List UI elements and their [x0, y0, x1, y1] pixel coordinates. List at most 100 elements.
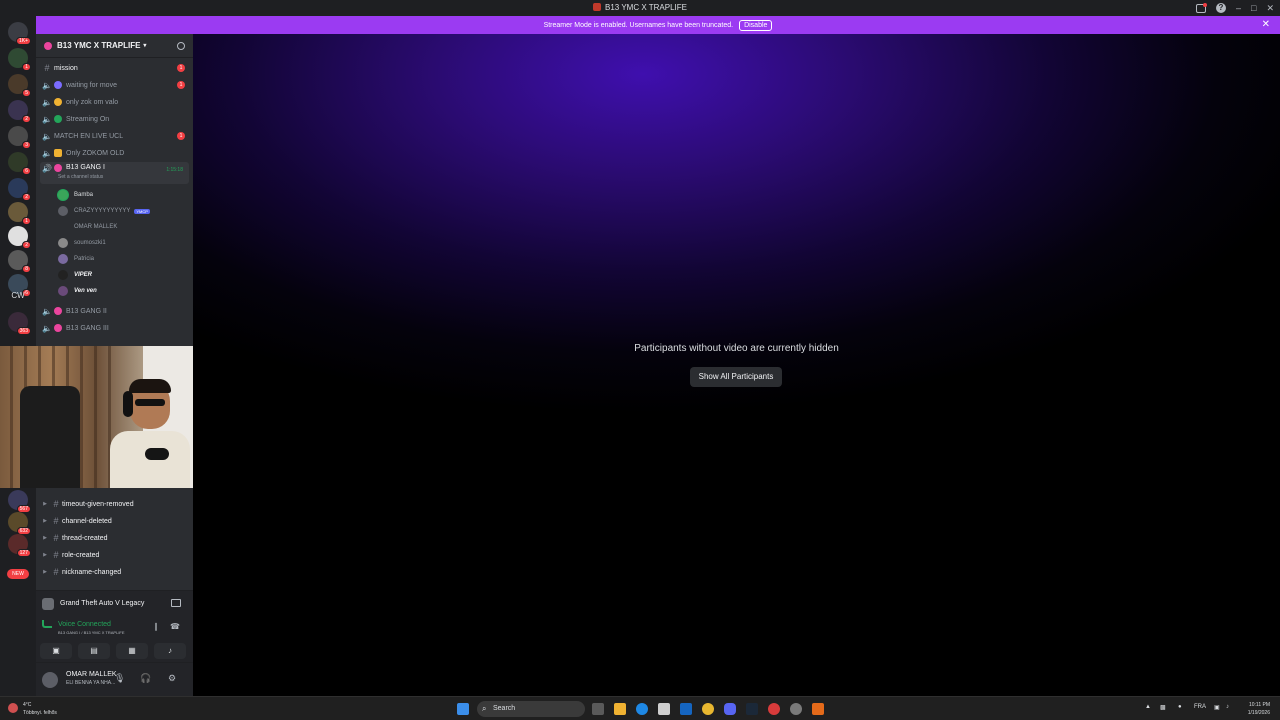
banner-close-icon[interactable]: ✕: [1262, 19, 1270, 30]
server-icon[interactable]: 3: [8, 126, 31, 149]
add-member-icon[interactable]: [177, 42, 185, 50]
gear-icon[interactable]: ⚙: [168, 673, 176, 684]
voice-user-name: OMAR MALLEK: [74, 224, 118, 230]
channel-status[interactable]: Set a channel status: [58, 174, 103, 180]
avatar[interactable]: [42, 672, 58, 688]
channel-streaming-on[interactable]: 🔈 Streaming On: [40, 111, 189, 127]
microphone-icon[interactable]: 🎙: [114, 673, 125, 684]
close-window-button[interactable]: ✕: [1266, 3, 1274, 14]
voice-user[interactable]: Bamba: [58, 187, 188, 203]
hash-icon: #: [53, 550, 59, 560]
volume-icon[interactable]: ♪: [1226, 704, 1229, 710]
unread-badge: 6: [22, 167, 31, 175]
channel-name: role-created: [62, 551, 100, 559]
settings-icon[interactable]: [790, 703, 802, 715]
search-input[interactable]: Search: [477, 701, 585, 717]
user-name[interactable]: OMAR MALLEK: [66, 671, 117, 678]
weather-widget[interactable]: 4°C Többnyi. felhős: [8, 701, 57, 717]
banner-text: Streamer Mode is enabled. Usernames have…: [543, 21, 734, 29]
voice-user[interactable]: Ven ven: [58, 283, 188, 299]
mail-icon[interactable]: [680, 703, 692, 715]
screen-share-icon[interactable]: [171, 599, 181, 607]
maximize-button[interactable]: □: [1251, 3, 1256, 13]
direct-messages-button[interactable]: 1K+: [8, 22, 31, 45]
app-icon[interactable]: [812, 703, 824, 715]
chevron-down-icon: ▾: [143, 43, 147, 49]
server-icon[interactable]: 6: [8, 152, 31, 175]
show-all-participants-button[interactable]: Show All Participants: [690, 367, 782, 387]
channel-thread-created[interactable]: ▶ # thread-created: [40, 530, 189, 546]
network-icon[interactable]: ▣: [1214, 704, 1220, 711]
task-view-icon[interactable]: [592, 703, 604, 715]
voice-user-name: CRAZYYYYYYYYYY: [74, 208, 131, 214]
camera-toggle-button[interactable]: ▣: [40, 643, 72, 659]
channel-match-en-live-ucl[interactable]: 🔈 MATCH EN LIVE UCL 1: [40, 128, 189, 144]
voice-user[interactable]: Patricia: [58, 251, 188, 267]
store-icon[interactable]: [658, 703, 670, 715]
guild-header[interactable]: B13 YMC X TRAPLIFE ▾: [36, 34, 193, 58]
channel-name: thread-created: [62, 534, 108, 542]
server-icon[interactable]: 632: [8, 512, 31, 535]
channel-role-created[interactable]: ▶ # role-created: [40, 547, 189, 563]
server-icon[interactable]: 363: [8, 312, 31, 335]
server-icon[interactable]: 2: [8, 178, 31, 201]
signal-icon[interactable]: [42, 620, 52, 628]
voice-user[interactable]: soumoszki1: [58, 235, 188, 251]
server-icon[interactable]: 127: [8, 534, 31, 557]
server-icon[interactable]: 567: [8, 490, 31, 513]
tray-chevron-icon[interactable]: ▲: [1145, 704, 1151, 710]
unread-badge: 1: [22, 217, 31, 225]
server-icon[interactable]: 2: [8, 226, 31, 249]
start-icon[interactable]: [457, 703, 469, 715]
voice-user[interactable]: CRAZYYYYYYYYYY YMCP: [58, 203, 188, 219]
channel-b13-gang-ii[interactable]: 🔈 B13 GANG II: [40, 303, 189, 319]
channel-b13-gang-iii[interactable]: 🔈 B13 GANG III: [40, 320, 189, 336]
help-icon[interactable]: ?: [1216, 3, 1226, 13]
avatar: [58, 286, 68, 296]
window-title: B13 YMC X TRAPLIFE: [605, 3, 687, 12]
voice-user-name: Patricia: [74, 256, 95, 262]
channel-channel-deleted[interactable]: ▶ # channel-deleted: [40, 513, 189, 529]
server-icon[interactable]: 8: [8, 250, 31, 273]
weather-desc: Többnyi. felhős: [23, 710, 57, 716]
channel-name: nickname-changed: [62, 568, 122, 576]
language-indicator[interactable]: FRA: [1194, 704, 1206, 710]
server-icon[interactable]: 1: [8, 202, 31, 225]
app-icon[interactable]: [768, 703, 780, 715]
channel-mission[interactable]: # mission 1: [40, 60, 189, 76]
server-cw[interactable]: CW: [8, 286, 28, 306]
minimize-button[interactable]: –: [1236, 3, 1241, 13]
channel-only-zok-om-valo[interactable]: 🔈 only zok om valo: [40, 94, 189, 110]
voice-location[interactable]: B13 GANG I / B13 YMC X TRAPLIFE: [58, 630, 125, 635]
activity-panel[interactable]: Grand Theft Auto V Legacy: [36, 590, 193, 616]
edge-icon[interactable]: [636, 703, 648, 715]
channel-name: timeout-given-removed: [62, 500, 134, 508]
channel-timeout-given-removed[interactable]: ▶ # timeout-given-removed: [40, 496, 189, 512]
soundboard-button[interactable]: ♪: [154, 643, 186, 659]
headphones-icon[interactable]: 🎧: [140, 673, 151, 684]
server-icon[interactable]: 2: [8, 100, 31, 123]
file-explorer-icon[interactable]: [614, 703, 626, 715]
disconnect-icon[interactable]: ☎: [170, 622, 180, 632]
discord-icon[interactable]: [724, 703, 736, 715]
clock[interactable]: 10:11 PM 1/19/2026: [1248, 701, 1270, 717]
hash-icon: #: [53, 499, 59, 509]
disable-streamer-mode-button[interactable]: Disable: [739, 19, 773, 31]
channel-b13-gang-i[interactable]: 🔊 B13 GANG I 1:15:18 Set a channel statu…: [40, 162, 189, 184]
channel-name: B13 GANG II: [66, 307, 107, 315]
tray-icon[interactable]: ▩: [1160, 704, 1166, 711]
channel-waiting-for-move[interactable]: 🔈 waiting for move 1: [40, 77, 189, 93]
activities-button[interactable]: ▦: [116, 643, 148, 659]
microphone-tray-icon[interactable]: ●: [1178, 704, 1182, 710]
chrome-icon[interactable]: [702, 703, 714, 715]
voice-user[interactable]: VIPER: [58, 267, 188, 283]
noise-suppression-icon[interactable]: ∥: [151, 622, 161, 632]
channel-nickname-changed[interactable]: ▶ # nickname-changed: [40, 564, 189, 580]
voice-user[interactable]: OMAR MALLEK: [58, 219, 188, 235]
inbox-icon[interactable]: [1196, 2, 1207, 13]
server-icon[interactable]: 5: [8, 74, 31, 97]
server-icon[interactable]: 1: [8, 48, 31, 71]
channel-only-zokom-old[interactable]: 🔈 Only ZOKOM OLD: [40, 145, 189, 161]
screen-share-button[interactable]: ▤: [78, 643, 110, 659]
steam-icon[interactable]: [746, 703, 758, 715]
